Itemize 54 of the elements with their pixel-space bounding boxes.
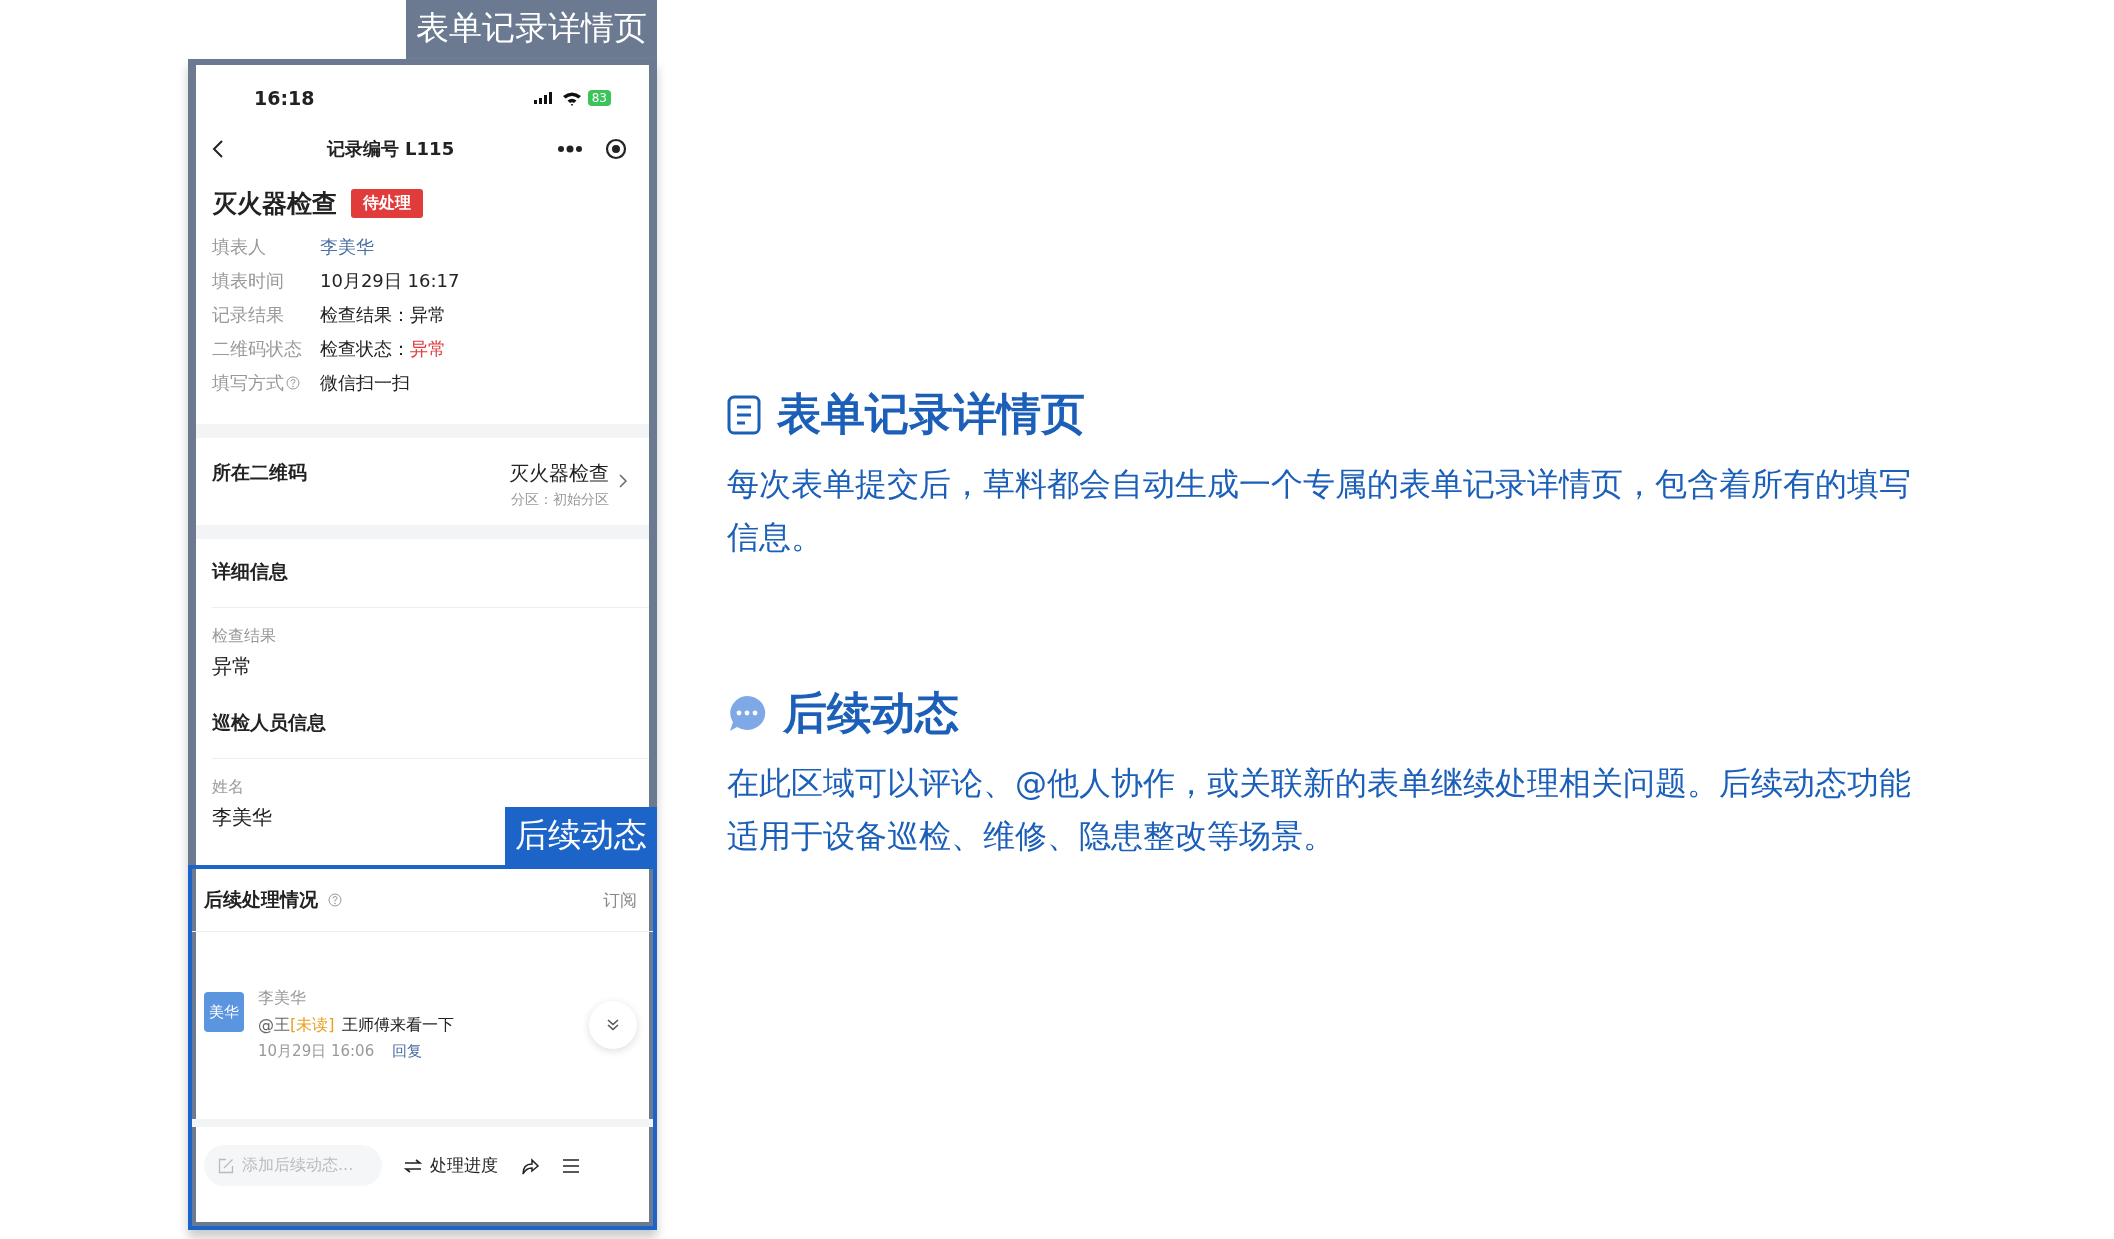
more-icon[interactable] (557, 145, 583, 153)
info-value: 微信扫一扫 (320, 371, 410, 395)
page-label: 表单记录详情页 (406, 0, 657, 59)
qr-zone: 分区：初始分区 (511, 491, 609, 509)
info-label: 二维码状态 (212, 337, 302, 361)
comment-author: 李美华 (258, 988, 307, 1009)
record-number-title: 记录编号 L115 (325, 137, 456, 161)
field-label: 姓名 (212, 777, 244, 798)
wifi-icon (561, 90, 582, 106)
back-icon[interactable] (212, 139, 224, 159)
reply-link[interactable]: 回复 (392, 1042, 423, 1061)
section-label: 后续动态 (505, 807, 657, 866)
info-label: 填表人 (212, 235, 266, 259)
status-time: 16:18 (254, 87, 315, 109)
edit-icon (218, 1157, 234, 1174)
section-title: 详细信息 (212, 559, 289, 584)
followup-title: 后续处理情况 (204, 887, 318, 912)
info-value: 检查状态： (320, 337, 410, 361)
qr-name: 灭火器检查 (509, 460, 609, 487)
info-value: 检查结果：异常 (320, 303, 446, 327)
chevron-right-icon (619, 474, 627, 488)
feature-description: 每次表单提交后，草料都会自动生成一个专属的表单记录详情页，包含着所有的填写信息。 (727, 464, 1912, 558)
target-icon[interactable] (605, 138, 627, 160)
record-title: 灭火器检查 (212, 188, 337, 220)
comment-time: 10月29日 16:06 (258, 1042, 375, 1061)
feature-description: 在此区域可以评论、@他人协作，或关联新的表单继续处理相关问题。后续动态功能适用于设备巡检、维修、隐患整改等场景。 (727, 763, 1912, 857)
group-title: 巡检人员信息 (212, 710, 327, 735)
share-icon[interactable] (520, 1155, 540, 1176)
qr-label: 所在二维码 (212, 460, 307, 485)
info-label: 记录结果 (212, 303, 284, 327)
mention: @王 (258, 1015, 290, 1036)
menu-icon[interactable] (562, 1157, 580, 1174)
subscribe-link[interactable]: 订阅 (603, 888, 637, 912)
feature-title: 后续动态 (783, 686, 959, 740)
status-value: 异常 (410, 337, 446, 361)
swap-arrows-icon (404, 1158, 422, 1173)
info-value: 10月29日 16:17 (320, 269, 460, 293)
chat-bubble-icon (727, 693, 767, 734)
field-value: 异常 (212, 653, 252, 680)
info-label: 填写方式 (212, 371, 284, 395)
avatar: 美华 (204, 992, 244, 1032)
info-label: 填表时间 (212, 269, 284, 293)
progress-button[interactable]: 处理进度 (404, 1154, 498, 1177)
battery-level: 83 (587, 90, 611, 106)
unread-tag: [未读] (290, 1015, 335, 1036)
field-label: 检查结果 (212, 626, 276, 647)
qr-code-row[interactable]: 所在二维码 灭火器检查 分区：初始分区 (196, 438, 649, 525)
document-icon (727, 394, 761, 435)
comment-text: 王师傅来看一下 (342, 1015, 455, 1036)
status-badge: 待处理 (351, 189, 423, 218)
double-chevron-down-icon (606, 1017, 620, 1032)
feature-title: 表单记录详情页 (777, 387, 1085, 441)
field-value: 李美华 (212, 804, 272, 831)
info-value-link[interactable]: 李美华 (320, 235, 374, 259)
